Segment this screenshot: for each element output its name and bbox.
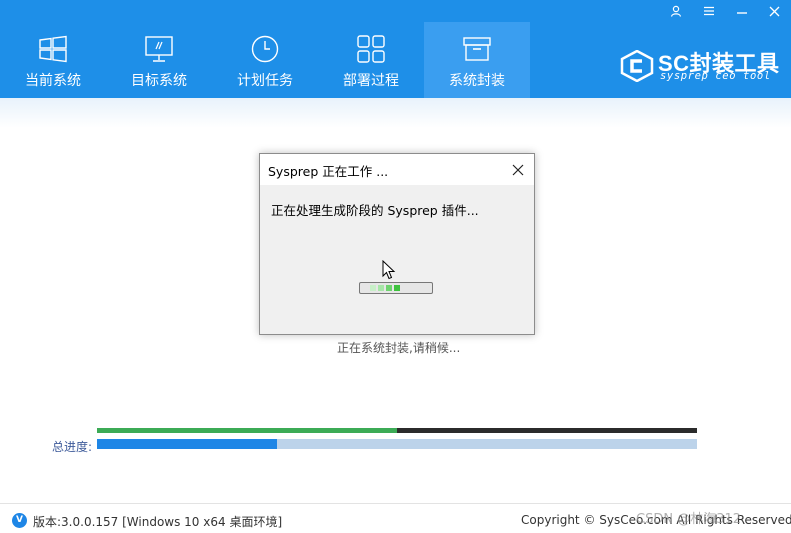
- nav-tab-label: 计划任务: [237, 73, 293, 89]
- nav-tab-label: 目标系统: [131, 73, 187, 89]
- total-progress-bar: [97, 439, 697, 449]
- dialog-titlebar[interactable]: Sysprep 正在工作 ...: [260, 154, 534, 185]
- grid-icon: [357, 35, 385, 63]
- windows-icon: [39, 35, 67, 63]
- main-nav: 当前系统 目标系统 计划任务 部署过程 系统封装: [0, 22, 530, 98]
- app-header: 当前系统 目标系统 计划任务 部署过程 系统封装 SC封装工具 sysprep …: [0, 0, 791, 98]
- task-progress-fill: [97, 428, 397, 433]
- nav-tab-system-packaging[interactable]: 系统封装: [424, 22, 530, 98]
- progress-segment: [386, 285, 392, 291]
- nav-tab-label: 系统封装: [449, 73, 505, 89]
- minimize-button[interactable]: [725, 0, 758, 22]
- version-icon: V: [12, 513, 27, 528]
- watermark: CSDN @林海312: [636, 512, 742, 527]
- close-icon: [512, 164, 524, 175]
- menu-button[interactable]: [692, 0, 725, 22]
- mouse-pointer-icon: [382, 260, 396, 280]
- window-controls: [659, 0, 791, 22]
- clock-icon: [251, 35, 279, 63]
- close-icon: [769, 6, 780, 16]
- dialog-message: 正在处理生成阶段的 Sysprep 插件...: [271, 203, 479, 218]
- nav-tab-target-system[interactable]: 目标系统: [106, 22, 212, 98]
- nav-tab-label: 部署过程: [343, 73, 399, 89]
- total-progress-label: 总进度:: [52, 440, 93, 454]
- progress-segment: [378, 285, 384, 291]
- status-text: 正在系统封装,请稍候...: [337, 341, 461, 355]
- logo-mark-icon: [620, 50, 654, 82]
- user-icon: [670, 5, 681, 17]
- nav-tab-current-system[interactable]: 当前系统: [0, 22, 106, 98]
- minimize-icon: [736, 12, 747, 14]
- nav-tab-scheduled-tasks[interactable]: 计划任务: [212, 22, 318, 98]
- header-fade: [0, 98, 791, 128]
- progress-segment: [370, 285, 376, 291]
- app-logo: SC封装工具 sysprep ceo tool: [620, 48, 782, 84]
- progress-segment: [394, 285, 400, 291]
- dialog-title: Sysprep 正在工作 ...: [268, 164, 389, 179]
- nav-tab-deploy-process[interactable]: 部署过程: [318, 22, 424, 98]
- menu-icon: [703, 6, 714, 16]
- monitor-icon: [145, 36, 173, 62]
- close-button[interactable]: [758, 0, 791, 22]
- version-text: 版本:3.0.0.157 [Windows 10 x64 桌面环境]: [33, 515, 283, 529]
- sysprep-dialog: Sysprep 正在工作 ... 正在处理生成阶段的 Sysprep 插件...: [259, 153, 535, 335]
- dialog-close-button[interactable]: [502, 154, 534, 185]
- dialog-progress-bar: [359, 282, 433, 294]
- logo-subtitle: sysprep ceo tool: [660, 70, 771, 82]
- user-button[interactable]: [659, 0, 692, 22]
- task-progress-bar: [97, 428, 697, 433]
- package-icon: [463, 37, 491, 61]
- total-progress-fill: [97, 439, 277, 449]
- nav-tab-label: 当前系统: [25, 73, 81, 89]
- footer-divider: [0, 503, 791, 504]
